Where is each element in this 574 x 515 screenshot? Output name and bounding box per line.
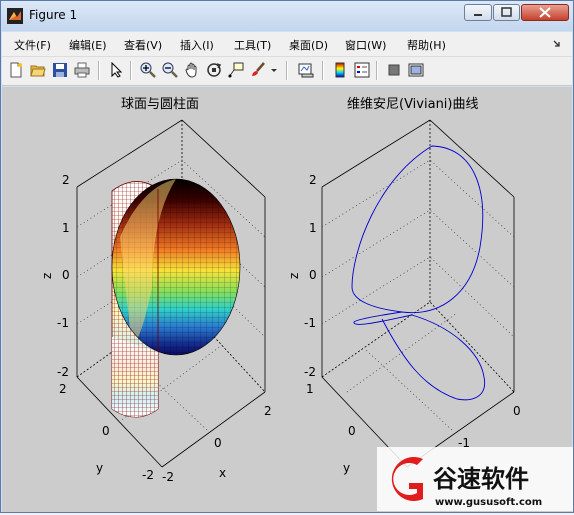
brush-icon[interactable]: [250, 62, 266, 78]
y-tick: 2: [59, 382, 67, 396]
matlab-icon: [7, 8, 23, 24]
menu-bar: 文件(F) 编辑(E) 查看(V) 插入(I) 工具(T) 桌面(D) 窗口(W…: [2, 32, 572, 57]
maximize-icon: [501, 7, 512, 17]
menu-tools[interactable]: 工具(T): [234, 37, 271, 53]
z-tick: 0: [309, 268, 317, 282]
menu-help[interactable]: 帮助(H): [407, 37, 446, 53]
y-axis-label: y: [96, 461, 103, 475]
close-button[interactable]: [521, 4, 569, 21]
menu-view[interactable]: 查看(V): [124, 37, 162, 53]
toolbar-separator: [130, 61, 132, 80]
open-file-icon[interactable]: [30, 62, 46, 78]
toolbar-separator: [286, 61, 288, 80]
rotate-3d-icon[interactable]: [206, 62, 222, 78]
z-tick: -2: [57, 365, 69, 379]
x-tick: 2: [264, 404, 272, 418]
toolbar-separator: [322, 61, 324, 80]
edit-plot-arrow-icon[interactable]: [108, 62, 124, 78]
hide-plot-tools-icon[interactable]: [386, 62, 402, 78]
colorbar-icon[interactable]: [332, 62, 348, 78]
y-tick: 1: [306, 382, 314, 396]
z-tick: 0: [62, 268, 70, 282]
y-tick: -2: [142, 468, 154, 482]
z-tick: -2: [304, 365, 316, 379]
legend-icon[interactable]: [354, 62, 370, 78]
pan-hand-icon[interactable]: [184, 62, 200, 78]
watermark-name: 谷速软件: [433, 465, 529, 493]
y-tick: 0: [102, 424, 110, 438]
brush-dropdown-icon[interactable]: [270, 62, 278, 78]
new-figure-icon[interactable]: [8, 62, 24, 78]
z-axis-label: z: [287, 273, 301, 279]
z-tick: -1: [57, 316, 69, 330]
z-tick: 2: [62, 173, 70, 187]
y-axis-label: y: [343, 461, 350, 475]
toolbar-separator: [98, 61, 100, 80]
menu-file[interactable]: 文件(F): [14, 37, 51, 53]
menu-insert[interactable]: 插入(I): [180, 37, 214, 53]
close-icon: [539, 7, 551, 18]
minimize-icon: [474, 14, 482, 16]
z-tick: 2: [309, 173, 317, 187]
x-tick: 0: [513, 404, 521, 418]
x-axis-label: x: [219, 466, 226, 480]
title-bar[interactable]: Figure 1: [1, 1, 573, 31]
viviani-curve: [351, 145, 486, 401]
x-tick: -2: [162, 470, 174, 484]
watermark-url: www.gususoft.com: [435, 497, 542, 508]
figure-window: Figure 1 文件(F) 编辑(E) 查看(V) 插入(I) 工具(T) 桌…: [0, 0, 574, 513]
menu-edit[interactable]: 编辑(E): [69, 37, 107, 53]
x-tick: 0: [214, 436, 222, 450]
data-cursor-icon[interactable]: [228, 62, 244, 78]
window-title: Figure 1: [29, 8, 78, 22]
figure-toolbar: [2, 57, 572, 86]
minimize-button[interactable]: [464, 4, 492, 21]
save-figure-icon[interactable]: [52, 62, 68, 78]
menu-window[interactable]: 窗口(W): [345, 37, 386, 53]
z-tick: 1: [62, 221, 70, 235]
zoom-out-icon[interactable]: [162, 62, 178, 78]
link-plot-icon[interactable]: [298, 62, 314, 78]
maximize-button[interactable]: [493, 4, 520, 21]
toolbar-separator: [376, 61, 378, 80]
zoom-in-icon[interactable]: [140, 62, 156, 78]
z-tick: -1: [304, 316, 316, 330]
print-figure-icon[interactable]: [74, 62, 90, 78]
show-plot-tools-icon[interactable]: [408, 62, 424, 78]
menu-desktop[interactable]: 桌面(D): [289, 37, 328, 53]
right-axes[interactable]: [321, 119, 515, 468]
gususoft-watermark: 谷速软件 www.gususoft.com: [377, 447, 573, 511]
gusu-logo-icon: 谷速软件 www.gususoft.com: [377, 447, 573, 511]
z-tick: 1: [309, 221, 317, 235]
z-axis-label: z: [40, 273, 54, 279]
menu-dock-arrow-icon[interactable]: [553, 40, 561, 48]
y-tick: 0: [348, 424, 356, 438]
